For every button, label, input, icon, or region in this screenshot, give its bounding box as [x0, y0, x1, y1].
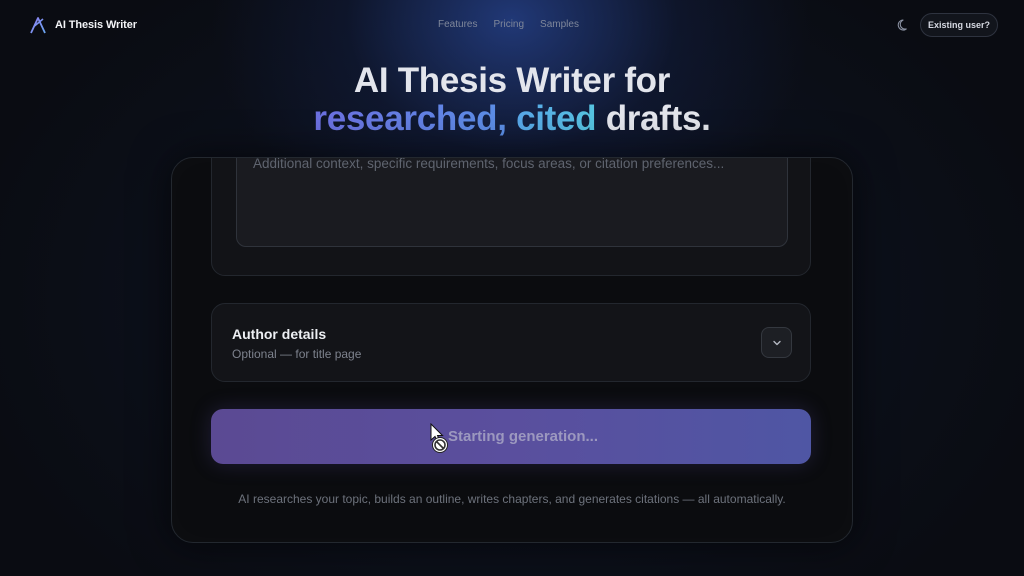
hero-drafts: drafts.	[605, 99, 711, 138]
author-details-subtitle: Optional — for title page	[232, 347, 362, 361]
helper-text: AI researches your topic, builds an outl…	[238, 492, 786, 506]
hero-highlight-cited: cited	[516, 99, 597, 138]
generate-thesis-button[interactable]: Starting generation...	[211, 409, 811, 464]
nav-link-features[interactable]: Features	[438, 19, 477, 30]
additional-context-section: Additional context, specific requirement…	[211, 158, 811, 276]
nav-link-pricing[interactable]: Pricing	[493, 19, 524, 30]
generate-button-label: Starting generation...	[447, 428, 598, 445]
top-navbar: AI Thesis Writer Features Pricing Sample…	[0, 0, 1024, 50]
author-details-section[interactable]: Author details Optional — for title page	[211, 303, 811, 382]
hero-highlight-researched: researched,	[313, 99, 507, 138]
moon-icon[interactable]	[897, 18, 911, 32]
nav-link-samples[interactable]: Samples	[540, 19, 579, 30]
not-allowed-cursor-icon	[430, 423, 448, 453]
hero-line-2: researched, cited drafts.	[0, 100, 1024, 138]
main-nav: Features Pricing Samples	[438, 19, 579, 30]
author-details-toggle[interactable]	[761, 327, 792, 358]
additional-context-textarea[interactable]: Additional context, specific requirement…	[236, 158, 788, 247]
hero-line-1: AI Thesis Writer for	[353, 61, 671, 100]
thesis-form-card: Additional context, specific requirement…	[171, 157, 853, 543]
chevron-down-icon	[772, 340, 781, 345]
brand-name: AI Thesis Writer	[55, 19, 137, 31]
existing-user-button[interactable]: Existing user?	[920, 13, 998, 37]
author-details-title: Author details	[232, 326, 327, 342]
brand[interactable]: AI Thesis Writer	[30, 16, 137, 34]
hero-heading: AI Thesis Writer for researched, cited d…	[0, 62, 1024, 138]
ai-letter-logo-icon	[30, 17, 46, 34]
